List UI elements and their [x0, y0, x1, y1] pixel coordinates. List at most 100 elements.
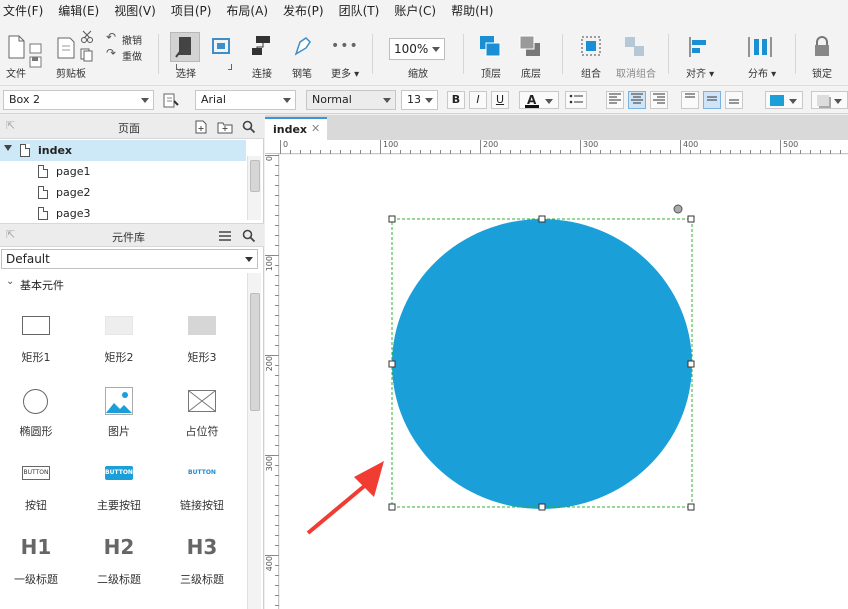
scroll-thumb[interactable]: [250, 293, 260, 411]
resize-handle-w[interactable]: [388, 360, 396, 368]
library-select[interactable]: Default: [1, 249, 258, 269]
resize-handle-se[interactable]: [687, 503, 695, 511]
menu-account[interactable]: 账户(C): [391, 2, 436, 19]
more-label[interactable]: 更多 ▾: [331, 65, 359, 80]
widget-primary-button[interactable]: BUTTON 主要按钮: [89, 453, 149, 517]
design-canvas[interactable]: [280, 155, 848, 609]
widget-group-header[interactable]: ⌄ 基本元件: [0, 273, 246, 293]
resize-handle-s[interactable]: [538, 503, 546, 511]
select-mode-button[interactable]: [170, 32, 200, 62]
scroll-thumb[interactable]: [250, 160, 260, 192]
bottom-label: 底层: [521, 69, 541, 80]
copy-icon[interactable]: [80, 48, 94, 65]
paste-icon[interactable]: [56, 34, 76, 63]
widget-h3[interactable]: H3 三级标题: [172, 527, 232, 591]
send-to-back-icon[interactable]: [518, 34, 542, 61]
resize-handle-ne[interactable]: [687, 215, 695, 223]
cut-icon[interactable]: [80, 30, 94, 47]
ungroup-icon[interactable]: [622, 34, 648, 61]
align-center-icon[interactable]: [628, 91, 646, 109]
font-color-button[interactable]: A: [519, 91, 559, 109]
library-scrollbar[interactable]: [247, 273, 261, 609]
menu-layout[interactable]: 布局(A): [223, 2, 268, 19]
menu-help[interactable]: 帮助(H): [448, 2, 493, 19]
page-item-page3[interactable]: page3: [0, 203, 246, 224]
open-icon[interactable]: [29, 42, 43, 57]
underline-button[interactable]: U: [491, 91, 509, 109]
fill-color-button[interactable]: [765, 91, 803, 109]
align-middle-icon[interactable]: [703, 91, 721, 109]
widget-rectangle3[interactable]: 矩形3: [172, 305, 232, 369]
menu-edit[interactable]: 编辑(E): [55, 2, 99, 19]
menu-file[interactable]: 文件(F): [0, 2, 43, 19]
format-painter-icon[interactable]: [163, 93, 179, 112]
resize-handle-e[interactable]: [687, 360, 695, 368]
widget-ellipse[interactable]: 椭圆形: [6, 379, 66, 443]
align-top-icon[interactable]: [681, 91, 699, 109]
font-size-select[interactable]: 13: [401, 90, 438, 110]
page-item-page2[interactable]: page2: [0, 182, 246, 203]
lock-icon[interactable]: [812, 36, 832, 61]
widget-button[interactable]: BUTTON 按钮: [6, 453, 66, 517]
align-label[interactable]: 对齐 ▾: [686, 65, 714, 80]
widget-rectangle2[interactable]: 矩形2: [89, 305, 149, 369]
widget-placeholder[interactable]: 占位符: [172, 379, 232, 443]
add-page-icon[interactable]: [194, 120, 208, 137]
page-icon: [38, 165, 48, 178]
menu-team[interactable]: 团队(T): [336, 2, 380, 19]
align-icon[interactable]: [688, 36, 710, 61]
zoom-select[interactable]: 100%: [389, 38, 445, 60]
ellipse-widget[interactable]: [392, 219, 692, 509]
bold-button[interactable]: B: [447, 91, 465, 109]
widget-link-button[interactable]: BUTTON 链接按钮: [172, 453, 232, 517]
menu-view[interactable]: 视图(V): [111, 2, 156, 19]
tab-index[interactable]: index ✕: [265, 117, 327, 140]
menu-icon[interactable]: [218, 230, 232, 245]
collapse-icon[interactable]: ⇱: [6, 228, 15, 241]
close-icon[interactable]: ✕: [311, 122, 320, 135]
font-weight-select[interactable]: Normal: [306, 90, 396, 110]
search-icon[interactable]: [242, 120, 256, 137]
widget-h1[interactable]: H1 一级标题: [6, 527, 66, 591]
distribute-label[interactable]: 分布 ▾: [748, 65, 776, 80]
widget-label: 一级标题: [14, 573, 58, 586]
search-icon[interactable]: [242, 229, 256, 246]
save-icon[interactable]: [29, 56, 43, 71]
widget-rectangle1[interactable]: 矩形1: [6, 305, 66, 369]
connector-icon[interactable]: [250, 34, 276, 61]
resize-handle-nw[interactable]: [388, 215, 396, 223]
italic-button[interactable]: I: [469, 91, 487, 109]
collapse-icon[interactable]: ⇱: [6, 119, 15, 132]
bring-to-front-icon[interactable]: [478, 34, 502, 61]
more-icon[interactable]: •••: [331, 38, 359, 54]
pen-icon[interactable]: [292, 34, 314, 61]
widget-image[interactable]: 图片: [89, 379, 149, 443]
redo-button[interactable]: ↷ 重做: [106, 46, 142, 63]
menu-project[interactable]: 项目(P): [168, 2, 212, 19]
resize-handle-n[interactable]: [538, 215, 546, 223]
widget-name-select[interactable]: Box 2: [3, 90, 154, 110]
page-item-page1[interactable]: page1: [0, 161, 246, 182]
page-item-index[interactable]: index: [0, 140, 246, 161]
pages-scrollbar[interactable]: [247, 156, 261, 220]
pages-panel-title: 页面: [118, 122, 140, 135]
menu-bar: 文件(F) 编辑(E) 视图(V) 项目(P) 布局(A) 发布(P) 团队(T…: [0, 0, 848, 20]
undo-button[interactable]: ↶ 撤销: [106, 30, 142, 47]
bullet-list-icon[interactable]: [565, 91, 587, 109]
align-left-icon[interactable]: [606, 91, 624, 109]
add-folder-icon[interactable]: [217, 120, 233, 137]
font-size-value: 13: [407, 93, 421, 106]
resize-handle-sw[interactable]: [388, 503, 396, 511]
shadow-button[interactable]: [811, 91, 848, 109]
widget-label: 二级标题: [97, 573, 141, 586]
menu-publish[interactable]: 发布(P): [280, 2, 324, 19]
font-family-select[interactable]: Arial: [195, 90, 296, 110]
rotate-handle[interactable]: [673, 204, 683, 214]
align-bottom-icon[interactable]: [725, 91, 743, 109]
group-icon[interactable]: [579, 34, 605, 61]
expand-caret-icon[interactable]: [4, 145, 12, 151]
distribute-icon[interactable]: [748, 36, 772, 61]
select-contain-icon[interactable]: [210, 36, 234, 61]
align-right-icon[interactable]: [650, 91, 668, 109]
widget-h2[interactable]: H2 二级标题: [89, 527, 149, 591]
